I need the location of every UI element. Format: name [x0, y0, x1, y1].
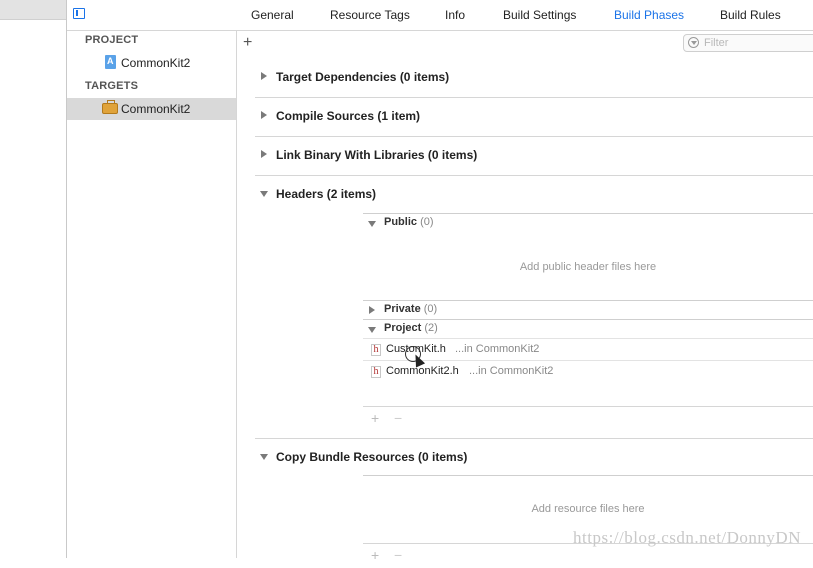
tab-general[interactable]: General — [251, 8, 294, 22]
copy-bundle-divider — [363, 475, 813, 494]
public-group-title: Public (0) — [384, 216, 434, 228]
divider — [363, 300, 813, 301]
tab-build-rules[interactable]: Build Rules — [720, 8, 781, 22]
disclosure-triangle-icon[interactable] — [368, 221, 376, 227]
disclosure-triangle-icon[interactable] — [260, 191, 268, 197]
private-group-title: Private (0) — [384, 303, 438, 315]
project-file-icon — [105, 55, 116, 69]
disclosure-triangle-icon[interactable] — [368, 327, 376, 333]
project-group-header[interactable]: Project (2) — [363, 319, 813, 338]
public-group-header[interactable]: Public (0) — [363, 213, 813, 232]
watermark: https://blog.csdn.net/DonnyDN — [573, 528, 801, 547]
phase-title: Headers (2 items) — [276, 187, 377, 201]
tab-build-phases[interactable]: Build Phases — [614, 8, 684, 22]
project-item[interactable]: CommonKit2 — [67, 52, 236, 74]
editor-tab-bar: General Resource Tags Info Build Setting… — [67, 0, 813, 31]
phase-target-dependencies[interactable]: Target Dependencies (0 items) — [255, 59, 813, 98]
divider — [363, 319, 813, 320]
project-targets-list: PROJECT CommonKit2 TARGETS CommonKit2 — [67, 31, 237, 558]
public-headers-placeholder: Add public header files here — [519, 261, 657, 273]
add-header-button[interactable]: + — [371, 410, 379, 426]
phase-title: Copy Bundle Resources (0 items) — [276, 450, 468, 464]
tab-build-settings[interactable]: Build Settings — [503, 8, 576, 22]
copy-bundle-placeholder: Add resource files here — [531, 503, 645, 515]
project-item-label: CommonKit2 — [121, 56, 191, 70]
disclosure-triangle-icon[interactable] — [261, 150, 267, 158]
divider — [363, 475, 813, 476]
phase-link-binary[interactable]: Link Binary With Libraries (0 items) — [255, 137, 813, 176]
navigator-strip-header — [0, 0, 66, 20]
phase-copy-bundle-resources[interactable]: Copy Bundle Resources (0 items) — [255, 438, 813, 477]
project-section-header: PROJECT — [85, 34, 139, 46]
file-location: ...in CommonKit2 — [469, 365, 554, 377]
tab-resource-tags[interactable]: Resource Tags — [330, 8, 410, 22]
tab-info[interactable]: Info — [445, 8, 465, 22]
build-phases-editor: + Filter Target Dependencies (0 items) C… — [237, 31, 813, 563]
show-hide-list-icon[interactable] — [73, 8, 85, 19]
phase-compile-sources[interactable]: Compile Sources (1 item) — [255, 98, 813, 137]
phase-title: Compile Sources (1 item) — [276, 109, 421, 123]
target-item-label: CommonKit2 — [121, 102, 191, 116]
filter-placeholder: Filter — [704, 37, 729, 49]
header-file-row[interactable]: h CommonKit2.h ...in CommonKit2 — [363, 360, 813, 383]
remove-header-button[interactable]: − — [394, 410, 402, 426]
filter-icon — [688, 37, 699, 48]
disclosure-triangle-icon[interactable] — [261, 72, 267, 80]
headers-add-remove-bar: + − — [363, 406, 813, 431]
private-group-header[interactable]: Private (0) — [363, 300, 813, 319]
disclosure-triangle-icon[interactable] — [369, 306, 375, 314]
disclosure-triangle-icon[interactable] — [261, 111, 267, 119]
filter-field[interactable]: Filter — [683, 34, 813, 52]
add-resource-button[interactable]: + — [371, 547, 379, 563]
remove-resource-button[interactable]: − — [394, 547, 402, 563]
file-location: ...in CommonKit2 — [455, 343, 540, 355]
disclosure-triangle-icon[interactable] — [260, 454, 268, 460]
divider — [363, 213, 813, 214]
framework-target-icon — [102, 100, 118, 114]
project-group-title: Project (2) — [384, 322, 438, 334]
file-name: CommonKit2.h — [386, 365, 459, 377]
targets-section-header: TARGETS — [85, 80, 139, 92]
phase-title: Target Dependencies (0 items) — [276, 70, 450, 84]
header-file-icon: h — [371, 366, 381, 378]
phase-headers[interactable]: Headers (2 items) — [255, 176, 813, 214]
add-build-phase-button[interactable]: + — [243, 35, 252, 51]
header-file-row[interactable]: h CustomKit.h ...in CommonKit2 — [363, 338, 813, 361]
target-item[interactable]: CommonKit2 — [67, 98, 236, 120]
phase-title: Link Binary With Libraries (0 items) — [276, 148, 478, 162]
header-file-icon: h — [371, 344, 381, 356]
navigator-strip — [0, 0, 67, 558]
